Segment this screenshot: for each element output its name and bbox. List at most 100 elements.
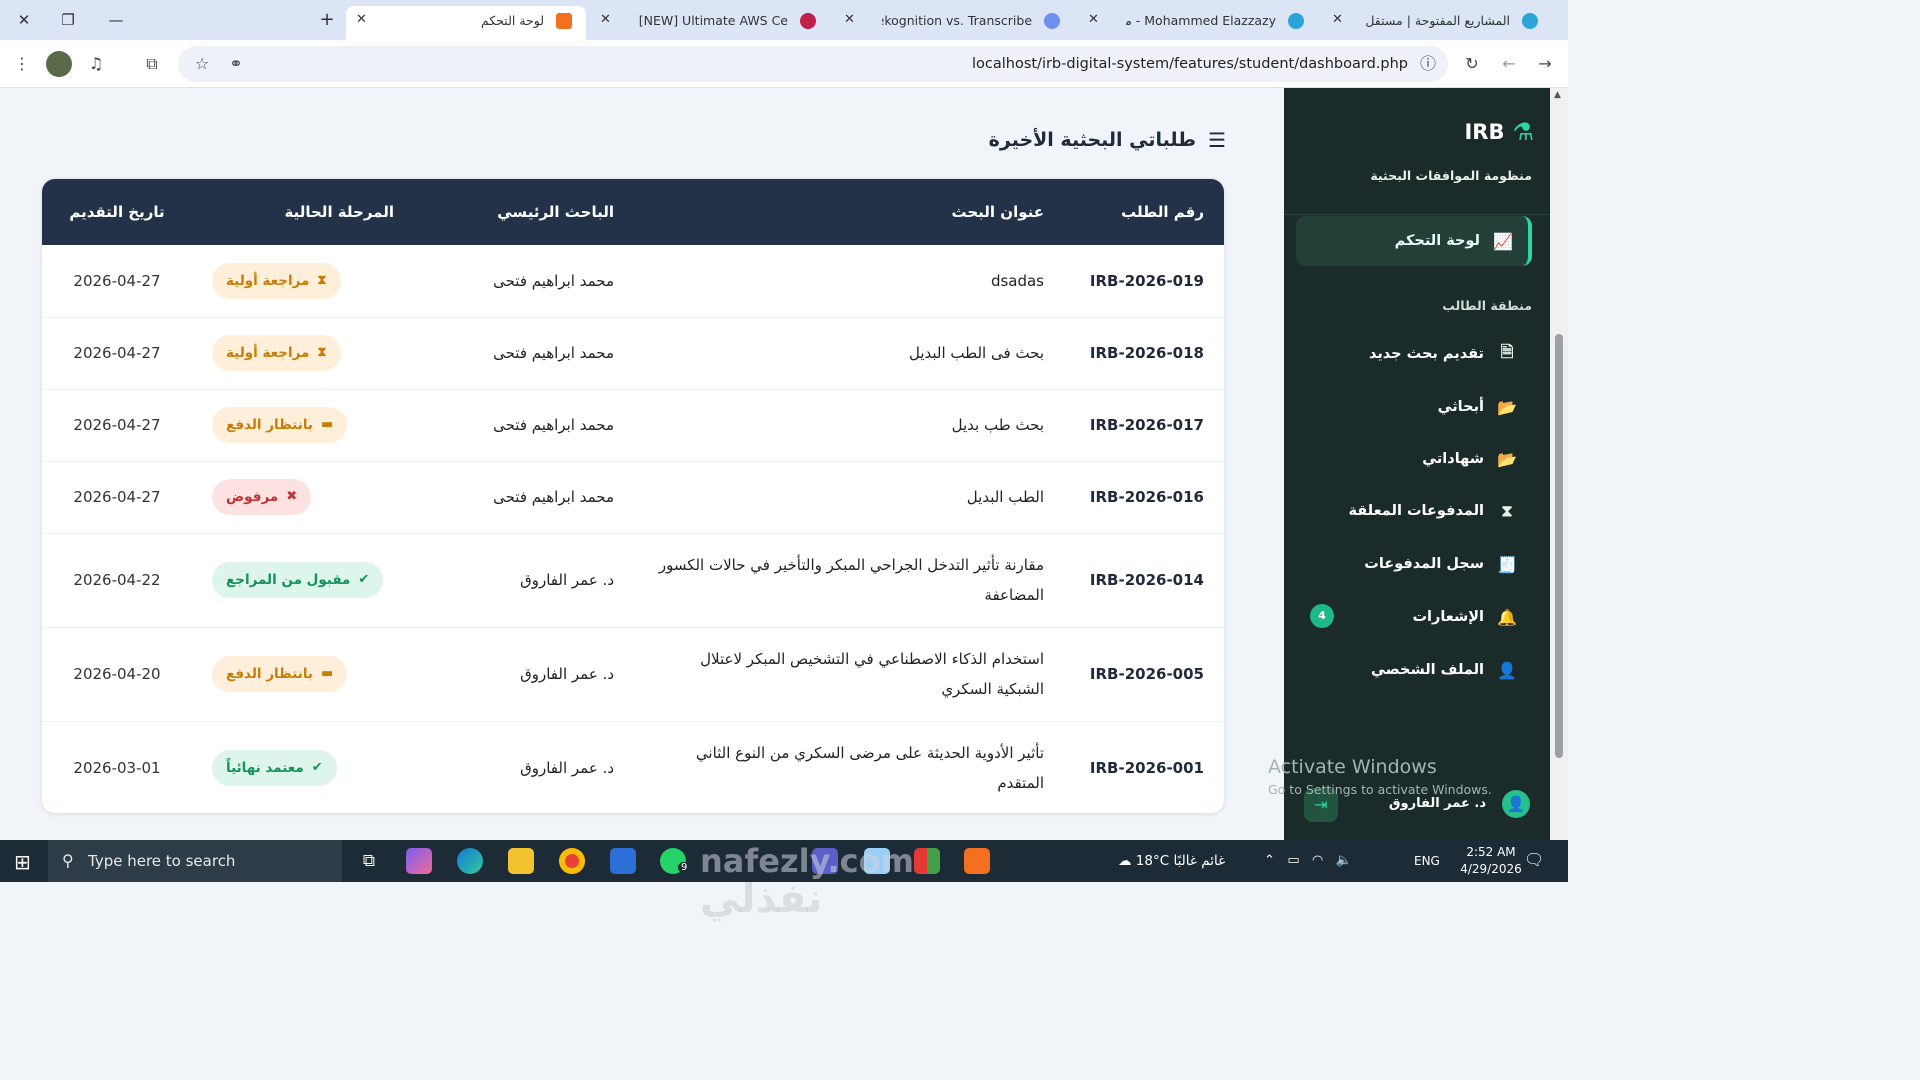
table-row[interactable]: IRB-2026-017 بحث طب بديل محمد ابراهيم فتحى… bbox=[42, 389, 1224, 462]
table-row[interactable]: IRB-2026-016 الطب البديل محمد ابراهيم فتحى… bbox=[42, 461, 1224, 534]
bookmark-star-icon[interactable]: ☆ bbox=[190, 54, 214, 74]
close-tab-icon[interactable]: ✕ bbox=[356, 6, 367, 34]
site-info-icon[interactable]: ⓘ bbox=[1416, 54, 1440, 74]
taskbar-clock[interactable]: 2:52 AM 4/29/2026 bbox=[1452, 844, 1530, 878]
sidebar-item-label: لوحة التحكم bbox=[1394, 233, 1480, 249]
restore-window-icon[interactable]: ❐ bbox=[54, 8, 82, 32]
clock-time: 2:52 AM bbox=[1466, 845, 1516, 859]
credit-card-icon: ▬ bbox=[320, 666, 334, 681]
researcher-cell: محمد ابراهيم فتحى bbox=[414, 389, 634, 462]
microscope-logo-icon: ⚗ bbox=[1512, 118, 1534, 146]
stage-cell: ⧗ مراجعة أولية bbox=[192, 317, 414, 390]
submission-date-cell: 2026-03-01 bbox=[42, 721, 192, 813]
gemini-favicon-icon bbox=[1044, 12, 1060, 29]
stage-cell: ✔ معتمد نهائياً bbox=[192, 721, 414, 813]
close-tab-icon[interactable]: ✕ bbox=[600, 6, 611, 34]
taskbar-search-box[interactable]: ⚲ Type here to search bbox=[48, 840, 342, 882]
sidebar-item-new-research[interactable]: 🗎 تقديم بحث جديد bbox=[1296, 329, 1532, 379]
sidebar-item-payment-history[interactable]: 🧾 سجل المدفوعات bbox=[1296, 539, 1532, 589]
stage-cell: ✔ مقبول من المراجع bbox=[192, 533, 414, 628]
input-language[interactable]: ENG bbox=[1414, 840, 1440, 882]
file-plus-icon: 🗎 bbox=[1500, 341, 1514, 361]
system-tray[interactable]: ⌃ ▭ ◠ 🔈 bbox=[1264, 840, 1352, 882]
close-tab-icon[interactable]: ✕ bbox=[1332, 6, 1343, 34]
scrollbar[interactable]: ▲ bbox=[1550, 88, 1568, 840]
sidebar-item-label: سجل المدفوعات bbox=[1364, 556, 1484, 572]
close-tab-icon[interactable]: ✕ bbox=[844, 6, 855, 34]
scrollbar-thumb[interactable] bbox=[1555, 334, 1563, 758]
copilot-icon[interactable] bbox=[406, 848, 432, 874]
chevron-up-icon[interactable]: ⌃ bbox=[1264, 853, 1275, 868]
table-row[interactable]: IRB-2026-001 تأثير الأدوية الحديثة على مر… bbox=[42, 721, 1224, 813]
tab-mostaql-profile[interactable]: ✕ Mohammed Elazzazy - مستقل | bbox=[1078, 6, 1318, 40]
reload-icon[interactable]: ↻ bbox=[1460, 54, 1484, 74]
xampp-icon[interactable] bbox=[964, 848, 990, 874]
table-row[interactable]: IRB-2026-018 بحث فى الطب البديل محمد ابراه… bbox=[42, 317, 1224, 390]
sidebar-item-label: الإشعارات bbox=[1412, 609, 1484, 625]
requests-table-card: رقم الطلب عنوان البحث الباحث الرئيسي الم… bbox=[41, 178, 1225, 814]
media-controls-icon[interactable]: ♫ bbox=[84, 54, 108, 74]
tab-title: AWS Rekognition vs. Transcribe bbox=[882, 12, 1033, 28]
table-row[interactable]: IRB-2026-019 dsadas محمد ابراهيم فتحى ⧗ مراج… bbox=[42, 245, 1224, 318]
weather-widget[interactable]: ☁ 18°C غائم غالبًا bbox=[1118, 840, 1225, 882]
weather-text: 18°C غائم غالبًا bbox=[1135, 853, 1226, 869]
tab-dashboard[interactable]: ✕ لوحة التحكم bbox=[346, 6, 586, 40]
status-badge-label: مقبول من المراجع bbox=[226, 572, 351, 588]
sidebar-item-certificates[interactable]: 📂 شهاداتي bbox=[1296, 434, 1532, 484]
research-title-cell: تأثير الأدوية الحديثة على مرضى السكري من… bbox=[634, 721, 1064, 813]
researcher-cell: محمد ابراهيم فتحى bbox=[414, 461, 634, 534]
new-tab-button[interactable]: + bbox=[313, 8, 341, 32]
close-tab-icon[interactable]: ✕ bbox=[1088, 6, 1099, 34]
sidebar-item-profile[interactable]: 👤 الملف الشخصي bbox=[1296, 645, 1532, 695]
task-view-icon[interactable]: ⧉ bbox=[356, 848, 382, 874]
status-badge-label: مرفوض bbox=[226, 489, 279, 505]
close-window-icon[interactable]: ✕ bbox=[10, 8, 38, 32]
status-badge: ▬ بانتظار الدفع bbox=[212, 656, 348, 692]
url-text[interactable]: localhost/irb-digital-system/features/st… bbox=[972, 46, 1408, 82]
tab-aws-course[interactable]: ✕ Course: [NEW] Ultimate AWS Ce bbox=[590, 6, 830, 40]
user-check-icon: ✔ bbox=[358, 572, 370, 587]
main-content: ☰ طلباتي البحثية الأخيرة رقم الطلب عنوان… bbox=[0, 88, 1284, 922]
request-id-cell: IRB-2026-019 bbox=[1064, 245, 1224, 318]
table-row[interactable]: IRB-2026-005 استخدام الذكاء الاصطناعي في … bbox=[42, 627, 1224, 722]
incognito-glasses-icon[interactable]: ⚭ bbox=[224, 54, 248, 74]
minimize-window-icon[interactable]: — bbox=[102, 8, 130, 32]
volume-icon[interactable]: 🔈 bbox=[1336, 853, 1352, 868]
avatar[interactable]: 👤 bbox=[1502, 790, 1530, 818]
profile-avatar-icon[interactable] bbox=[46, 51, 72, 77]
receipt-icon: 🧾 bbox=[1497, 554, 1517, 574]
folder-open-icon: 📂 bbox=[1497, 397, 1517, 417]
action-center-icon[interactable]: 🗨 bbox=[1524, 850, 1544, 869]
section-header: ☰ طلباتي البحثية الأخيرة bbox=[989, 128, 1226, 152]
wifi-icon[interactable]: ◠ bbox=[1312, 853, 1323, 868]
forward-arrow-icon[interactable]: → bbox=[1533, 54, 1557, 74]
submission-date-cell: 2026-04-27 bbox=[42, 317, 192, 390]
hourglass-icon: ⧗ bbox=[317, 272, 327, 288]
microsoft-store-icon[interactable] bbox=[610, 848, 636, 874]
app-grid-icon[interactable] bbox=[914, 848, 940, 874]
chrome-browser-icon[interactable] bbox=[559, 848, 585, 874]
menu-dots-icon[interactable]: ⋮ bbox=[10, 54, 34, 74]
sidebar-item-pending-payments[interactable]: ⧗ المدفوعات المعلقة bbox=[1296, 486, 1532, 536]
battery-icon[interactable]: ▭ bbox=[1287, 853, 1299, 868]
sidebar-divider bbox=[1284, 214, 1550, 215]
edge-browser-icon[interactable] bbox=[457, 848, 483, 874]
tab-mostaql-projects[interactable]: ✕ المشاريع المفتوحة | مستقل bbox=[1322, 6, 1552, 40]
scroll-up-icon[interactable]: ▲ bbox=[1554, 90, 1561, 100]
nav-group-label: منطقة الطالب bbox=[1442, 298, 1532, 313]
sidebar-item-label: المدفوعات المعلقة bbox=[1348, 503, 1484, 519]
table-row[interactable]: IRB-2026-014 مقارنة تأثير التدخل الجراحي … bbox=[42, 533, 1224, 628]
search-placeholder: Type here to search bbox=[88, 852, 236, 870]
extensions-icon[interactable]: ⧉ bbox=[140, 54, 164, 74]
sidebar-item-my-research[interactable]: 📂 أبحاثي bbox=[1296, 382, 1532, 432]
omnibox[interactable]: ☆ ⚭ localhost/irb-digital-system/feature… bbox=[178, 46, 1448, 82]
tab-aws-rekognition[interactable]: ✕ AWS Rekognition vs. Transcribe bbox=[834, 6, 1074, 40]
status-badge: ▬ بانتظار الدفع bbox=[212, 407, 348, 443]
research-title-cell: dsadas bbox=[634, 245, 1064, 318]
column-header-title: عنوان البحث bbox=[951, 203, 1044, 221]
back-arrow-icon[interactable]: ← bbox=[1497, 54, 1521, 74]
windows-start-icon[interactable]: ⊞ bbox=[14, 850, 31, 874]
brand: ⚗ IRB bbox=[1464, 118, 1534, 146]
sidebar-item-dashboard[interactable]: 📈 لوحة التحكم bbox=[1296, 216, 1532, 266]
file-explorer-icon[interactable] bbox=[508, 848, 534, 874]
